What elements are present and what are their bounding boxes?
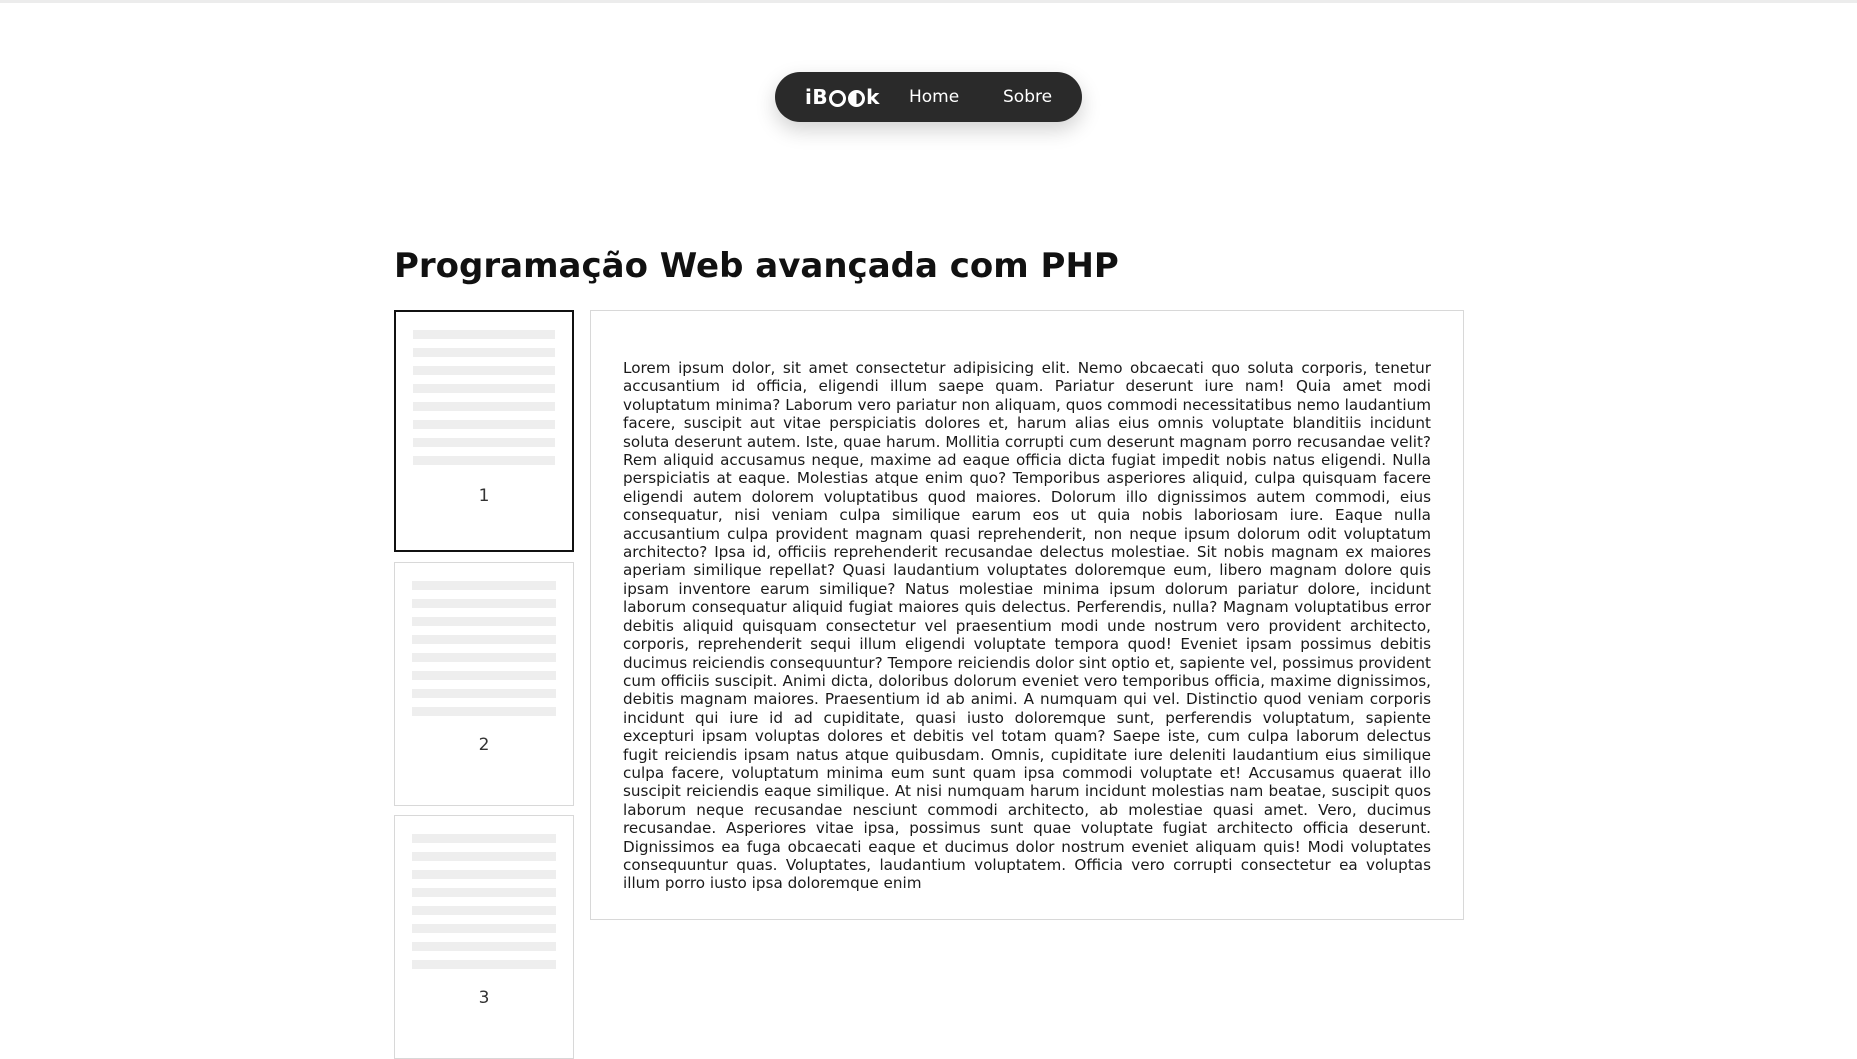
navbar: iB k Home Sobre [775,72,1082,122]
page-thumbnail-3[interactable]: 3 [394,815,574,1059]
page-thumbnail-1[interactable]: 1 [394,310,574,552]
book-o-icon [829,89,847,107]
page-title: Programação Web avançada com PHP [394,246,1119,286]
thumbnail-placeholder-lines [412,834,556,978]
page-content-text: Lorem ipsum dolor, sit amet consectetur … [623,359,1431,893]
brand-prefix: iB [805,85,829,109]
page-number: 2 [478,735,490,755]
thumbnail-placeholder-lines [413,330,555,474]
thumbnail-placeholder-lines [412,581,556,725]
brand-logo[interactable]: iB k [805,72,880,122]
page-reader[interactable]: Lorem ipsum dolor, sit amet consectetur … [590,310,1464,920]
nav-link-home[interactable]: Home [909,72,959,122]
nav-link-sobre[interactable]: Sobre [1003,72,1052,122]
page-number: 3 [478,988,490,1008]
book-o-half-icon [848,89,866,107]
page-number: 1 [478,486,490,506]
brand-suffix: k [866,85,880,109]
browser-top-strip [0,0,1857,3]
page-thumbnail-2[interactable]: 2 [394,562,574,806]
